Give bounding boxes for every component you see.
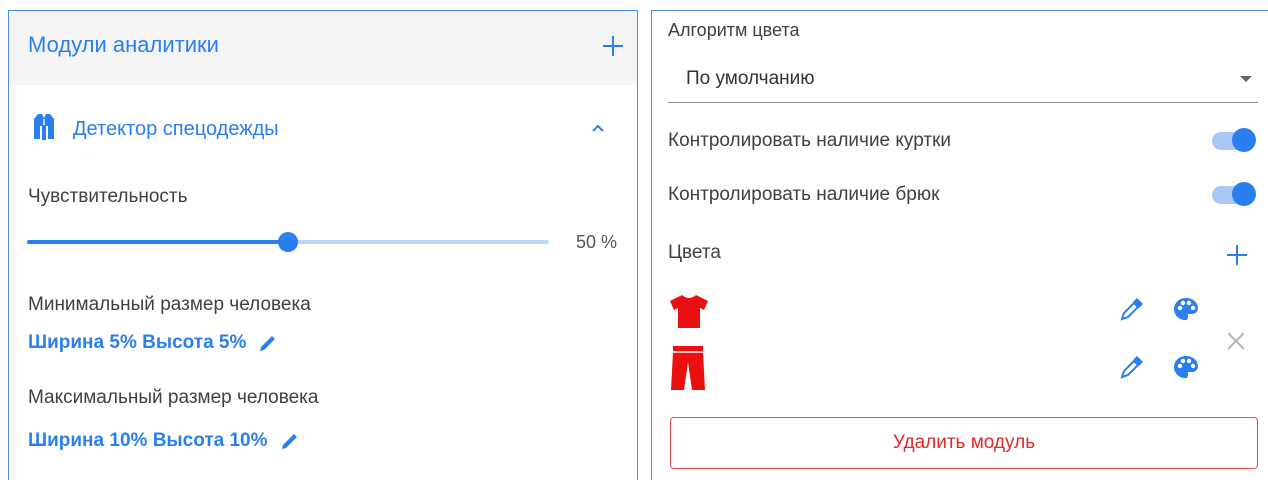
pants-icon	[671, 346, 705, 390]
color-algorithm-select[interactable]: По умолчанию	[668, 61, 1258, 103]
pencil-icon[interactable]	[280, 431, 300, 451]
sensitivity-slider[interactable]	[27, 232, 549, 252]
detector-title: Детектор спецодежды	[73, 118, 279, 140]
palette-icon[interactable]	[1173, 296, 1199, 322]
detector-accordion-header[interactable]: Детектор спецодежды	[9, 85, 637, 173]
analytics-modules-panel: Модули аналитики Детектор спецодежды Чув…	[8, 10, 638, 480]
pants-control-label: Контролировать наличие брюк	[668, 184, 940, 205]
pants-control-toggle[interactable]	[1208, 181, 1256, 207]
chevron-up-icon[interactable]	[591, 123, 605, 133]
max-size-label: Максимальный размер человека	[28, 387, 319, 408]
sensitivity-slider-fill	[27, 240, 288, 244]
min-size-label: Минимальный размер человека	[28, 294, 311, 315]
add-color-button[interactable]	[1224, 242, 1250, 268]
toggle-knob	[1232, 128, 1256, 152]
remove-color-button[interactable]	[1225, 330, 1247, 352]
delete-module-button[interactable]: Удалить модуль	[670, 417, 1258, 469]
max-size-link[interactable]: Ширина 10% Высота 10%	[28, 430, 300, 452]
max-size-value: Ширина 10% Высота 10%	[28, 430, 268, 451]
eyedropper-icon[interactable]	[1118, 355, 1144, 381]
toggle-knob	[1232, 182, 1256, 206]
panel-title: Модули аналитики	[28, 32, 219, 57]
jacket-control-label: Контролировать наличие куртки	[668, 130, 951, 151]
shirt-icon	[670, 295, 708, 328]
color-algorithm-value: По умолчанию	[686, 68, 815, 89]
dropdown-arrow-icon	[1240, 76, 1252, 82]
pencil-icon[interactable]	[258, 333, 278, 353]
panel-header: Модули аналитики	[9, 11, 637, 85]
min-size-link[interactable]: Ширина 5% Высота 5%	[28, 332, 278, 354]
add-module-button[interactable]	[600, 33, 626, 59]
palette-icon[interactable]	[1173, 354, 1199, 380]
coat-icon	[34, 114, 54, 140]
min-size-value: Ширина 5% Высота 5%	[28, 332, 247, 353]
eyedropper-icon[interactable]	[1118, 297, 1144, 323]
colors-label: Цвета	[668, 242, 721, 263]
sensitivity-label: Чувствительность	[28, 186, 188, 207]
color-algorithm-label: Алгоритм цвета	[668, 20, 800, 40]
module-settings-panel: Алгоритм цвета По умолчанию Контролирова…	[651, 10, 1268, 480]
sensitivity-slider-thumb[interactable]	[278, 232, 298, 252]
sensitivity-value: 50 %	[575, 232, 617, 252]
jacket-control-toggle[interactable]	[1208, 127, 1256, 153]
